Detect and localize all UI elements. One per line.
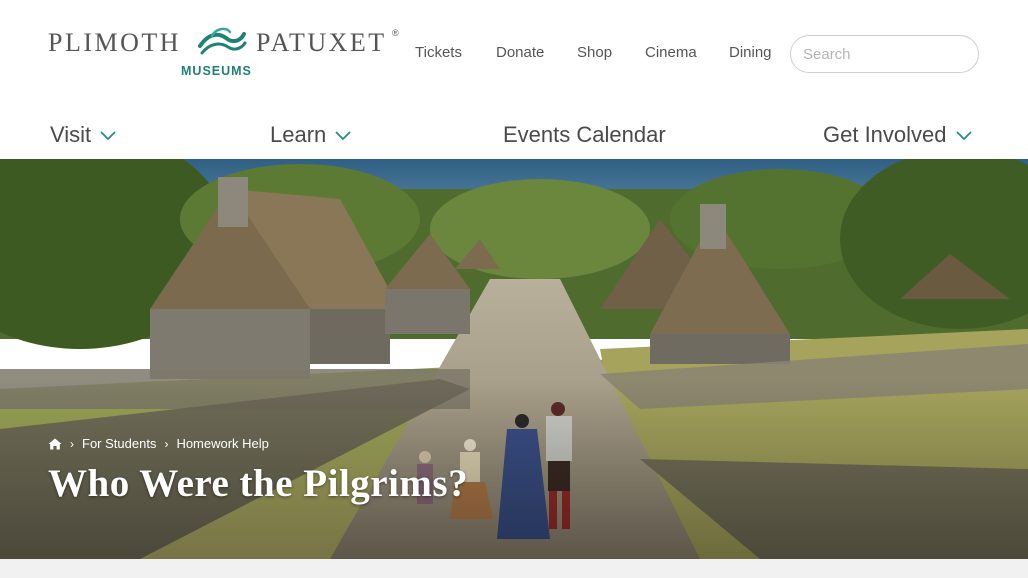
logo-text-right: PATUXET — [256, 28, 387, 57]
nav-item-events-calendar[interactable]: Events Calendar — [503, 121, 666, 149]
nav-item-label: Learn — [270, 122, 327, 147]
logo-text-left: PLIMOTH — [48, 28, 182, 57]
logo-subtitle: MUSEUMS — [181, 64, 252, 78]
chevron-down-icon — [335, 131, 351, 141]
breadcrumb-link-for-students[interactable]: For Students — [82, 436, 156, 451]
registered-mark: ® — [392, 28, 399, 38]
hero-banner: › For Students › Homework Help Who Were … — [0, 159, 1028, 559]
home-icon[interactable] — [48, 438, 62, 450]
utility-link-cinema[interactable]: Cinema — [645, 44, 697, 61]
utility-link-tickets[interactable]: Tickets — [415, 44, 462, 61]
breadcrumb-chevron-icon: › — [164, 436, 169, 451]
search-box — [790, 35, 979, 73]
nav-item-visit[interactable]: Visit — [50, 121, 117, 149]
breadcrumb-link-homework-help[interactable]: Homework Help — [176, 436, 268, 451]
nav-item-label: Get Involved — [823, 122, 947, 147]
site-header: PLIMOTH PATUXET ® MUSEUMS Tickets Donate… — [0, 0, 1028, 108]
page-title: Who Were the Pilgrims? — [48, 462, 469, 505]
utility-link-dining[interactable]: Dining — [729, 44, 772, 61]
nav-item-label: Visit — [50, 122, 92, 147]
nav-item-label: Events Calendar — [503, 122, 666, 147]
content-strip — [0, 559, 1028, 578]
logo-wave-icon — [198, 27, 247, 55]
site-logo[interactable]: PLIMOTH PATUXET ® MUSEUMS — [48, 26, 404, 82]
chevron-down-icon — [955, 131, 972, 141]
chevron-down-icon — [100, 131, 116, 141]
search-input[interactable] — [803, 44, 968, 64]
utility-link-shop[interactable]: Shop — [577, 44, 612, 61]
breadcrumb-chevron-icon: › — [70, 436, 74, 451]
utility-link-donate[interactable]: Donate — [496, 44, 544, 61]
main-nav: Visit Learn Events Calendar Get Involved — [0, 108, 1028, 159]
breadcrumb: › For Students › Homework Help — [48, 436, 269, 451]
nav-item-get-involved[interactable]: Get Involved — [823, 121, 973, 149]
nav-item-learn[interactable]: Learn — [270, 121, 352, 149]
